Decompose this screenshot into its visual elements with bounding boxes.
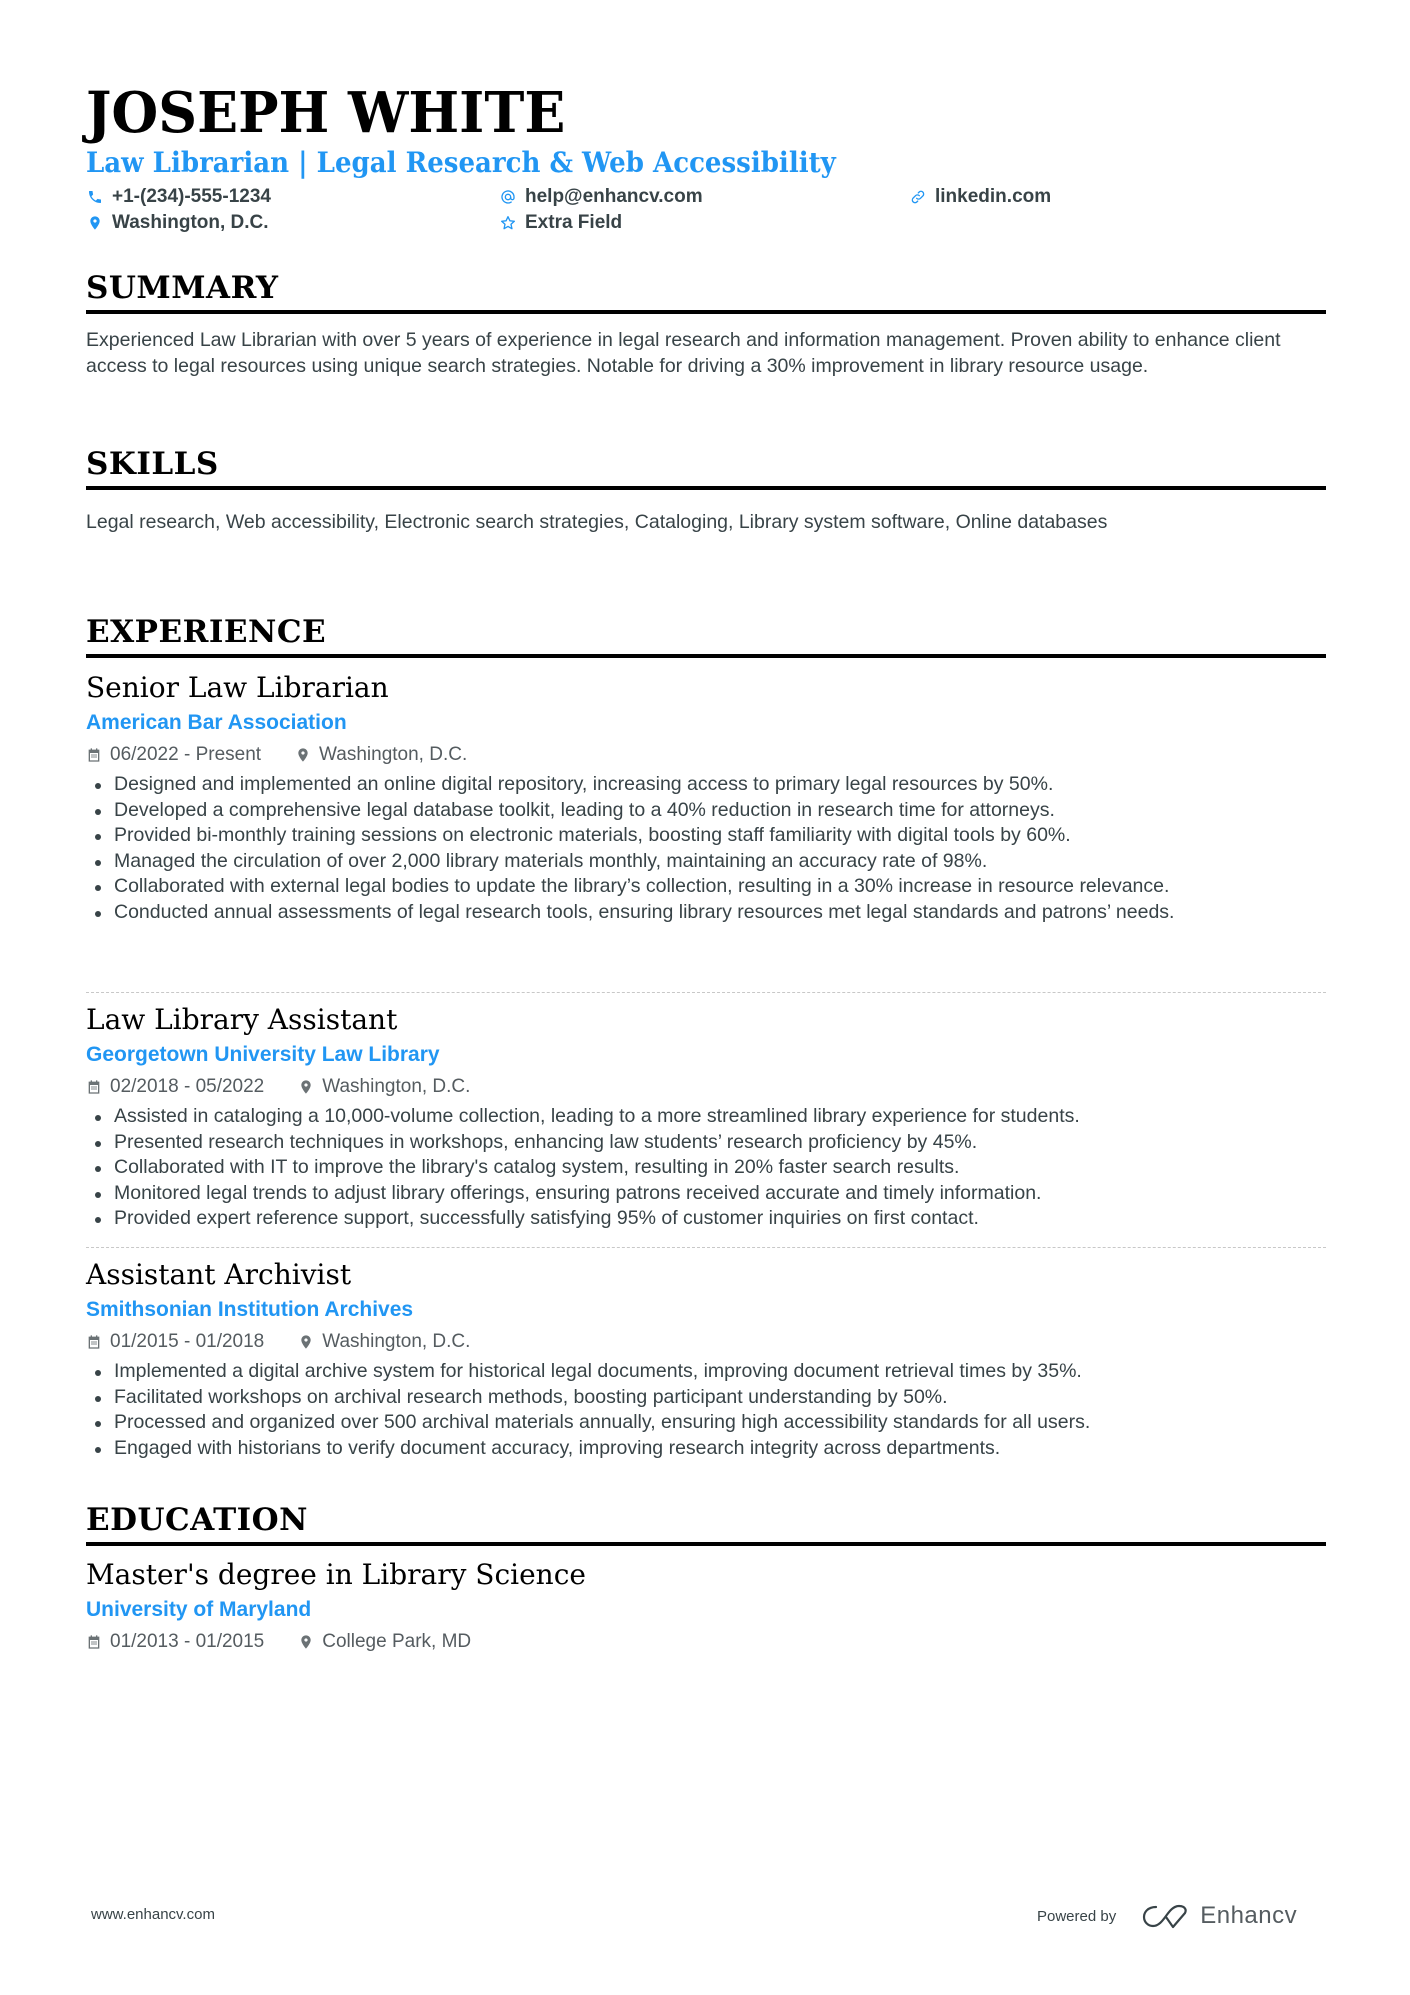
calendar-icon [88, 1635, 100, 1649]
bullet-item: Provided bi-monthly training sessions on… [86, 823, 1326, 849]
bullet-item: Developed a comprehensive legal database… [86, 798, 1326, 824]
job-location: Washington, D.C. [298, 1072, 470, 1102]
footer-powered-by[interactable]: Powered by Enhancv [1037, 1902, 1297, 1930]
brand-name: Enhancv [1200, 1902, 1298, 1929]
job-meta: 01/2015 - 01/2018 Washington, D.C. [86, 1327, 1326, 1357]
contact-email[interactable]: help@enhancv.com [499, 184, 703, 210]
bullet-item: Assisted in cataloging a 10,000-volume c… [86, 1104, 1326, 1130]
bullet-item: Implemented a digital archive system for… [86, 1359, 1326, 1385]
summary-text: Experienced Law Librarian with over 5 ye… [86, 329, 1281, 377]
job-bullets: Implemented a digital archive system for… [86, 1359, 1326, 1461]
company-name[interactable]: Smithsonian Institution Archives [86, 1295, 1326, 1325]
map-pin-icon [301, 1635, 311, 1649]
section-rule [86, 310, 1326, 314]
job-location: Washington, D.C. [298, 1327, 470, 1357]
job-bullets: Assisted in cataloging a 10,000-volume c… [86, 1104, 1326, 1232]
enhancv-logo-icon [1143, 1904, 1187, 1929]
summary-section-header: SUMMARY [86, 268, 1326, 314]
phone-icon [86, 188, 104, 206]
job-divider [86, 992, 1326, 993]
bullet-item: Facilitated workshops on archival resear… [86, 1385, 1326, 1411]
section-heading: EDUCATION [86, 1502, 308, 1538]
map-pin-icon [301, 1080, 311, 1094]
job-location: Washington, D.C. [295, 740, 467, 770]
bullet-item: Presented research techniques in worksho… [86, 1130, 1326, 1156]
location-text: Washington, D.C. [112, 212, 269, 233]
school-name[interactable]: University of Maryland [86, 1595, 1326, 1625]
email-text: help@enhancv.com [525, 186, 703, 207]
job-title: Assistant Archivist [86, 1258, 352, 1291]
experience-item: Senior Law Librarian American Bar Associ… [86, 670, 1326, 926]
powered-by-label: Powered by [1037, 1907, 1117, 1925]
experience-section-header: EXPERIENCE [86, 612, 1326, 658]
degree-title: Master's degree in Library Science [86, 1558, 586, 1591]
contact-link[interactable]: linkedin.com [909, 184, 1051, 210]
bullet-item: Engaged with historians to verify docume… [86, 1436, 1326, 1462]
map-pin-icon [298, 748, 308, 762]
bullet-item: Designed and implemented an online digit… [86, 772, 1326, 798]
bullet-item: Conducted annual assessments of legal re… [86, 900, 1326, 926]
bullet-item: Monitored legal trends to adjust library… [86, 1181, 1326, 1207]
job-title: Law Library Assistant [86, 1003, 398, 1036]
calendar-icon [88, 1335, 100, 1349]
section-heading: EXPERIENCE [86, 614, 327, 650]
link-icon [909, 188, 927, 206]
footer-website[interactable]: www.enhancv.com [91, 1906, 215, 1923]
candidate-name: JOSEPH WHITE [86, 80, 566, 146]
section-rule [86, 1542, 1326, 1546]
job-dates: 01/2015 - 01/2018 [86, 1327, 264, 1357]
company-name[interactable]: American Bar Association [86, 708, 1326, 738]
job-divider [86, 1247, 1326, 1248]
phone-text: +1-(234)-555-1234 [112, 186, 271, 207]
calendar-icon [88, 748, 100, 762]
link-text: linkedin.com [935, 186, 1052, 207]
bullet-item: Processed and organized over 500 archiva… [86, 1410, 1326, 1436]
bullet-item: Provided expert reference support, succe… [86, 1206, 1326, 1232]
job-bullets: Designed and implemented an online digit… [86, 772, 1326, 926]
job-dates: 06/2022 - Present [86, 740, 261, 770]
experience-item: Assistant Archivist Smithsonian Institut… [86, 1257, 1326, 1461]
map-pin-icon [301, 1335, 311, 1349]
section-heading: SKILLS [86, 446, 219, 482]
company-name[interactable]: Georgetown University Law Library [86, 1040, 1326, 1070]
skills-text: Legal research, Web accessibility, Elect… [86, 511, 1108, 533]
star-icon [499, 214, 517, 232]
section-rule [86, 486, 1326, 490]
skills-section-header: SKILLS [86, 444, 1326, 490]
section-rule [86, 654, 1326, 658]
education-meta: 01/2013 - 01/2015 College Park, MD [86, 1627, 1326, 1657]
education-location: College Park, MD [298, 1627, 471, 1657]
extra-text: Extra Field [525, 212, 623, 233]
candidate-title: Law Librarian | Legal Research & Web Acc… [86, 146, 836, 179]
bullet-item: Collaborated with external legal bodies … [86, 874, 1326, 900]
map-pin-icon [86, 214, 104, 232]
education-section-header: EDUCATION [86, 1500, 1326, 1546]
education-dates: 01/2013 - 01/2015 [86, 1627, 264, 1657]
job-title: Senior Law Librarian [86, 671, 389, 704]
contact-extra: Extra Field [499, 210, 622, 236]
bullet-item: Managed the circulation of over 2,000 li… [86, 849, 1326, 875]
bullet-item: Collaborated with IT to improve the libr… [86, 1155, 1326, 1181]
contact-phone[interactable]: +1-(234)-555-1234 [86, 184, 271, 210]
job-meta: 02/2018 - 05/2022 Washington, D.C. [86, 1072, 1326, 1102]
job-meta: 06/2022 - Present Washington, D.C. [86, 740, 1326, 770]
contact-location: Washington, D.C. [86, 210, 269, 236]
education-item: Master's degree in Library Science Unive… [86, 1557, 1326, 1657]
job-dates: 02/2018 - 05/2022 [86, 1072, 264, 1102]
at-icon [499, 188, 517, 206]
calendar-icon [88, 1080, 100, 1094]
section-heading: SUMMARY [86, 270, 279, 306]
experience-item: Law Library Assistant Georgetown Univers… [86, 1002, 1326, 1232]
